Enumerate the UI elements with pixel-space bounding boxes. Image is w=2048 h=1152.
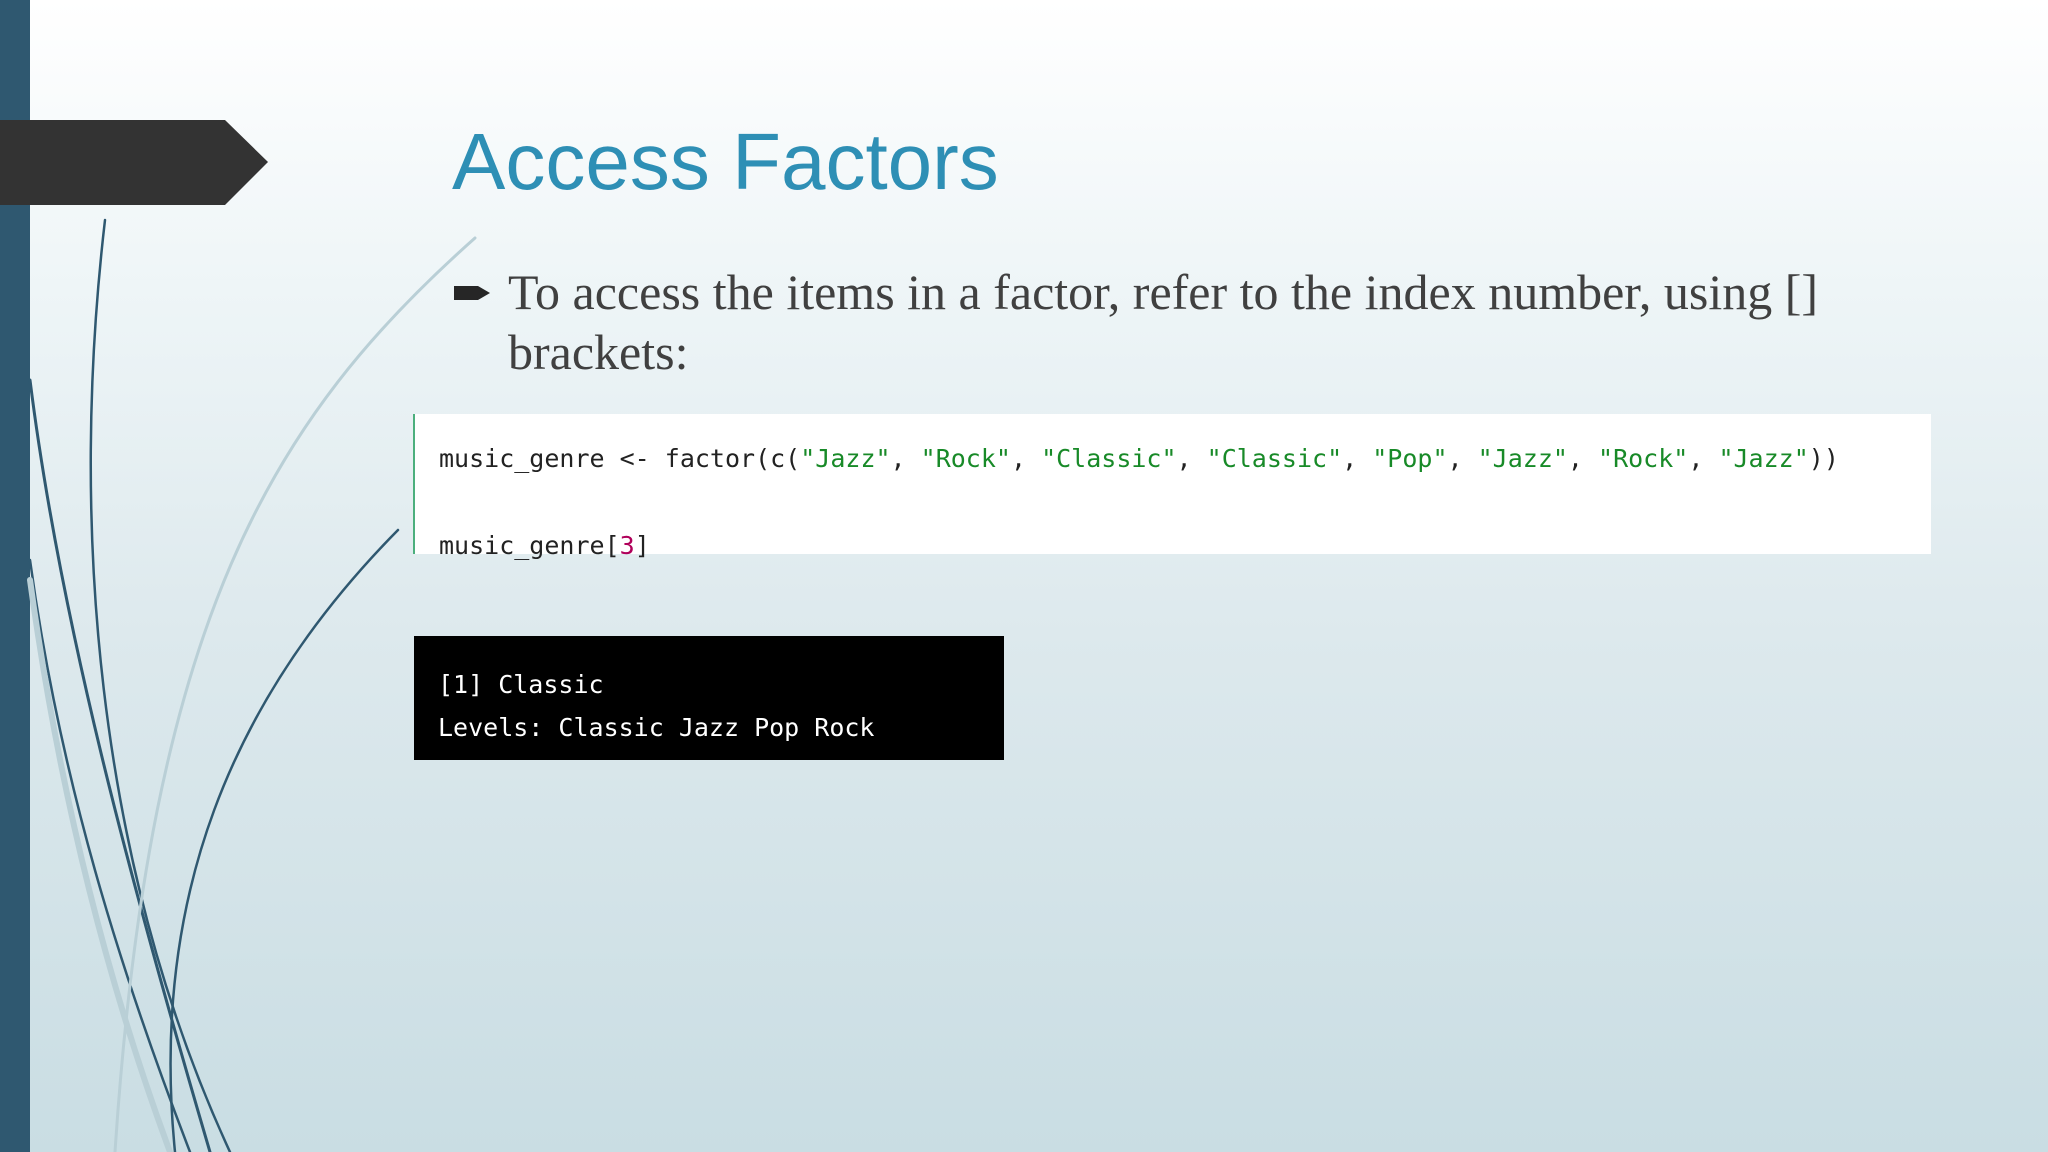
code-sep: , [1688, 444, 1719, 473]
console-output: [1] Classic Levels: Classic Jazz Pop Roc… [414, 636, 1004, 760]
code-sep: , [1567, 444, 1599, 473]
code-line-1: music_genre <- factor(c("Jazz", "Rock", … [439, 444, 1839, 474]
code-token: music_genre[ [439, 531, 620, 560]
slide-title: Access Factors [452, 117, 999, 206]
code-index: 3 [619, 531, 635, 560]
code-sep: , [1010, 444, 1042, 473]
code-string: "Rock" [920, 444, 1011, 473]
code-string: "Jazz" [800, 444, 891, 473]
code-string: "Rock" [1598, 444, 1689, 473]
arrow-bullet-icon [454, 286, 490, 300]
code-sep: , [1342, 444, 1373, 473]
code-sep: , [1447, 444, 1478, 473]
code-string: "Pop" [1372, 444, 1448, 473]
output-line-1: [1] Classic [438, 670, 604, 699]
output-line-2: Levels: Classic Jazz Pop Rock [438, 713, 875, 742]
title-chevron-banner [0, 120, 268, 205]
code-token: music_genre <- factor(c( [439, 444, 801, 473]
code-line-2: music_genre[3] [439, 531, 650, 561]
code-token: ] [634, 531, 650, 560]
code-string: "Jazz" [1718, 444, 1809, 473]
code-string: "Classic" [1041, 444, 1177, 473]
bullet-point: To access the items in a factor, refer t… [452, 262, 1902, 382]
code-string: "Jazz" [1477, 444, 1568, 473]
code-token: )) [1808, 444, 1839, 473]
code-sep: , [890, 444, 921, 473]
code-sep: , [1176, 444, 1207, 473]
code-string: "Classic" [1206, 444, 1343, 473]
code-block: music_genre <- factor(c("Jazz", "Rock", … [413, 414, 1931, 560]
bullet-text: To access the items in a factor, refer t… [508, 264, 1819, 380]
